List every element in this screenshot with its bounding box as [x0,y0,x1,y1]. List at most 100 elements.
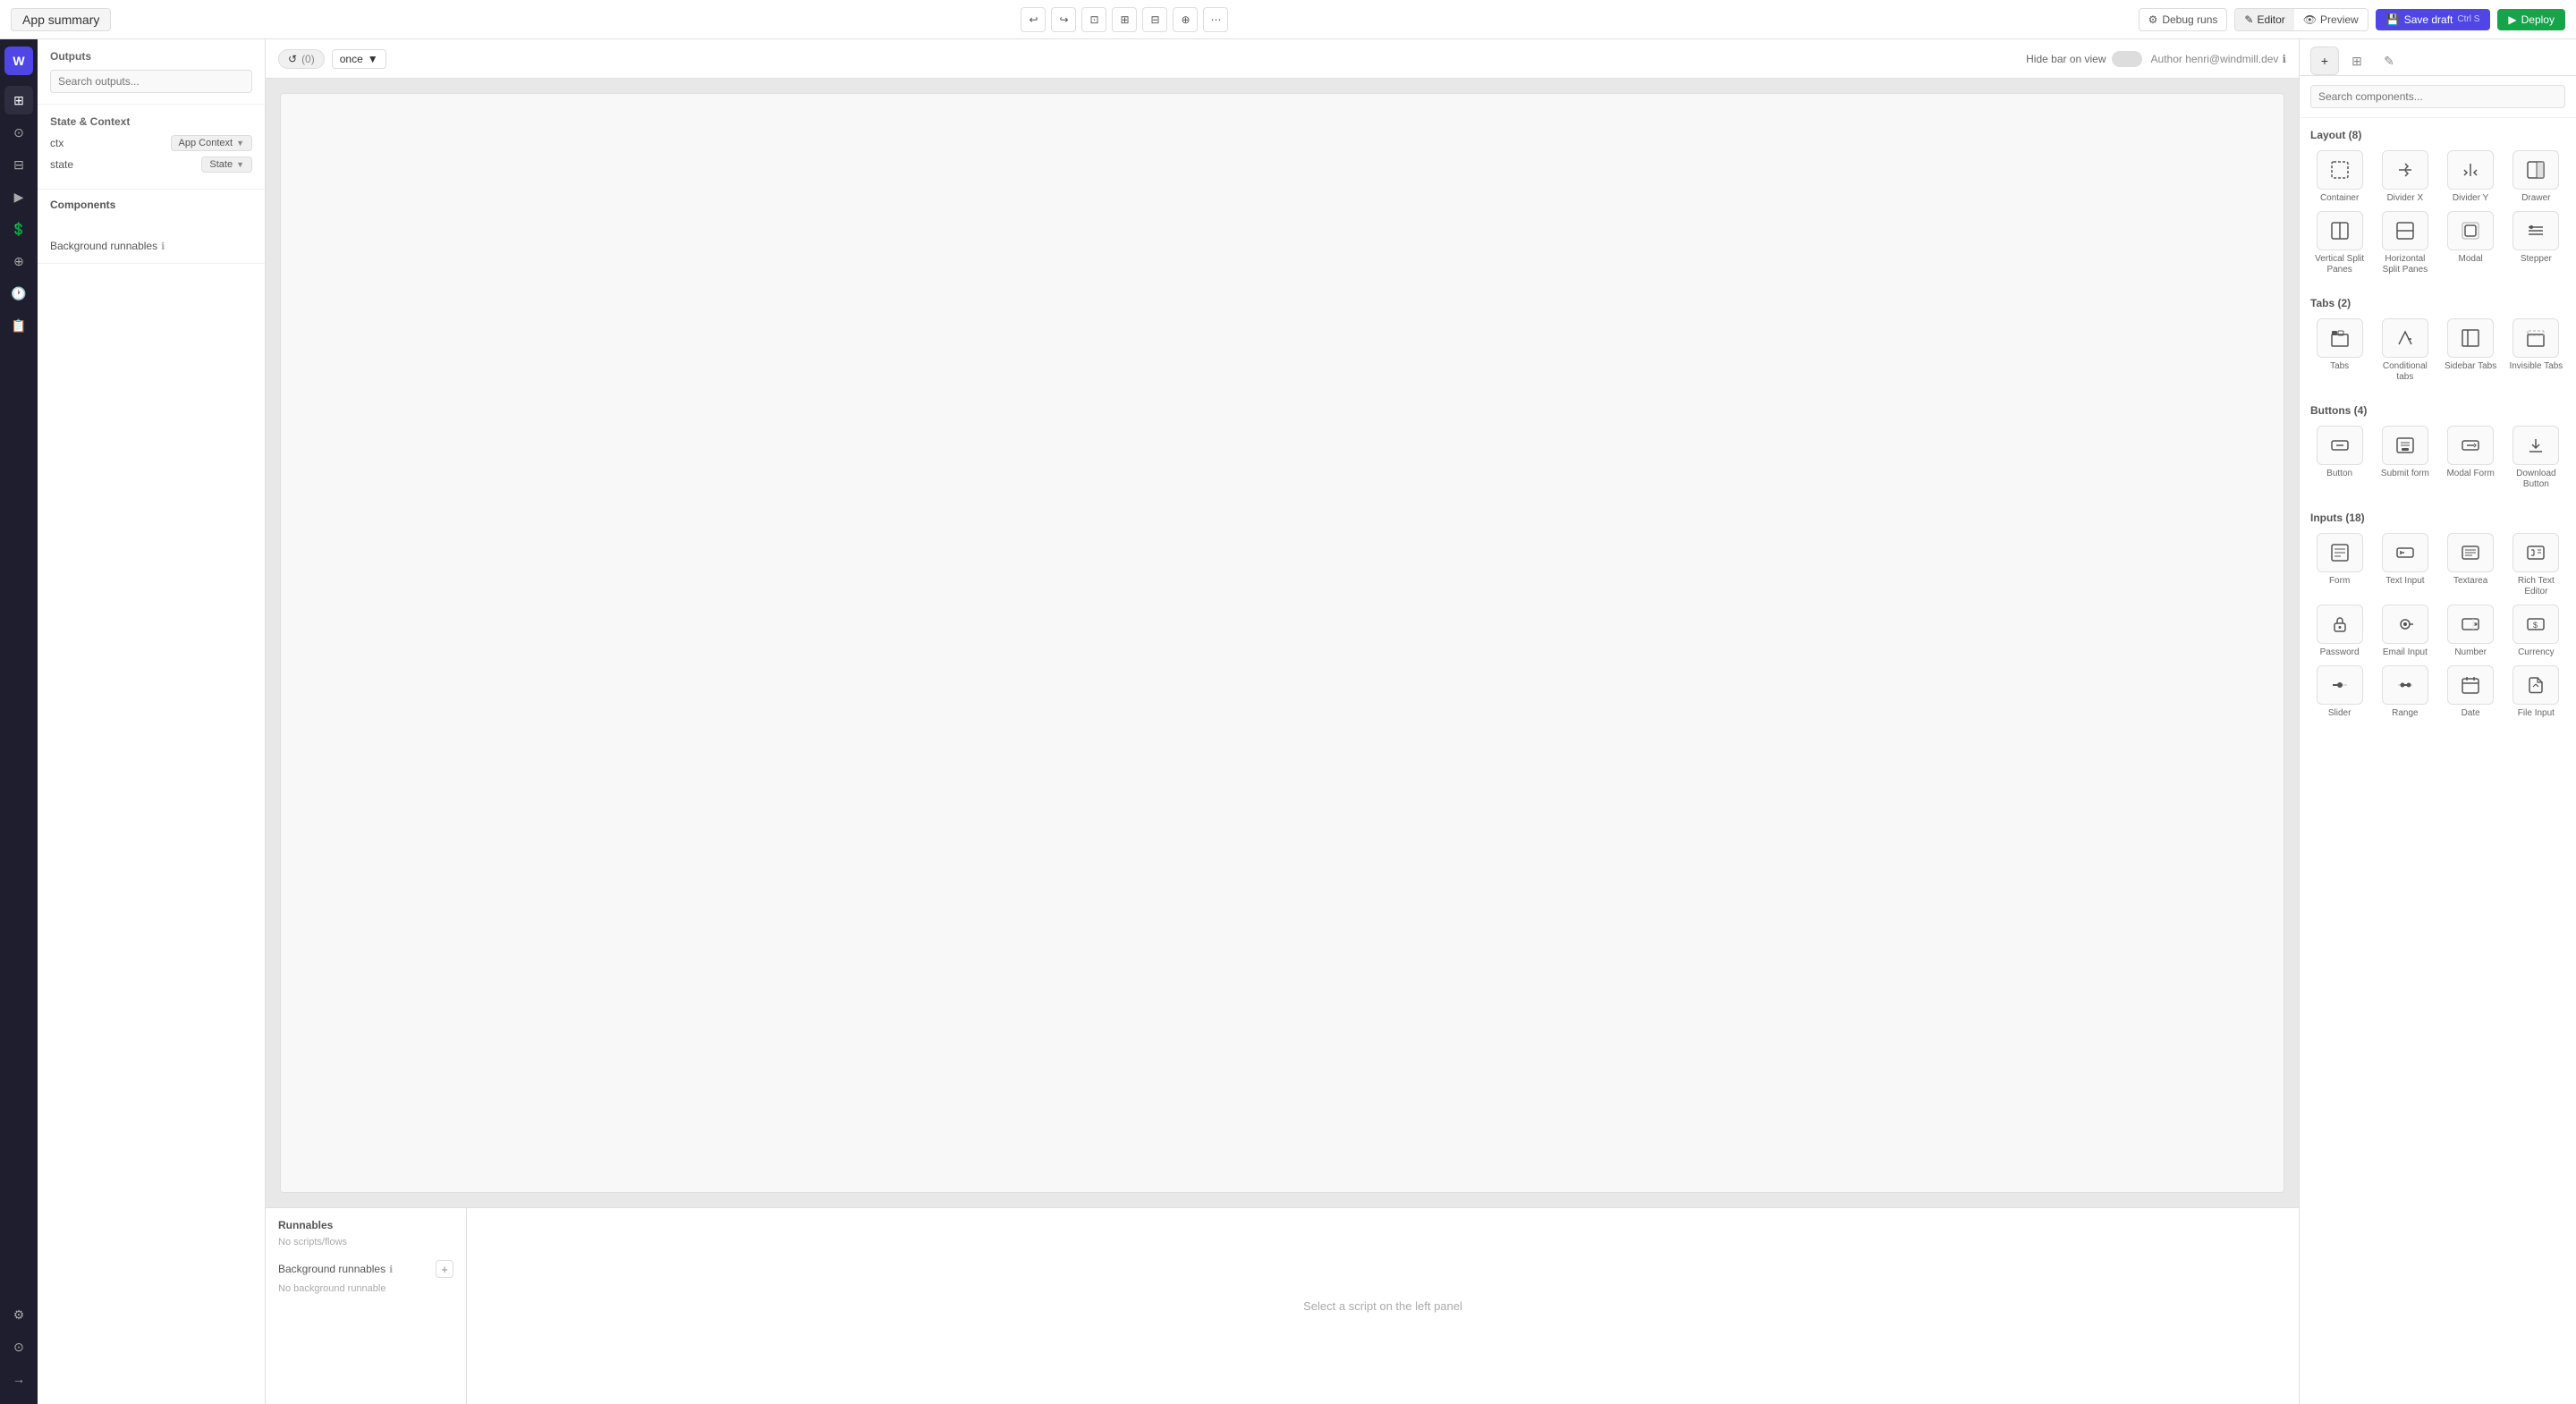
component-range[interactable]: Range [2376,665,2434,719]
tabs-section-title: Tabs (2) [2310,297,2565,309]
outputs-title: Outputs [50,50,252,63]
component-button[interactable]: Button [2310,426,2368,490]
component-horizontal-split[interactable]: Horizontal Split Panes [2376,211,2434,275]
component-invisible-tabs[interactable]: Invisible Tabs [2507,318,2565,383]
component-stepper[interactable]: Stepper [2507,211,2565,275]
component-modal-form[interactable]: Modal Form [2442,426,2500,490]
component-drawer[interactable]: Drawer [2507,150,2565,204]
run-frequency-select[interactable]: once ▼ [332,49,386,69]
modal-icon [2447,211,2494,250]
main-layout: W ⊞ ⊙ ⊟ ▶ 💲 ⊕ 🕐 📋 ⚙ ⊙ → Outputs State & … [0,39,2576,1404]
app-title[interactable]: App summary [11,8,111,31]
component-currency[interactable]: $ Currency [2507,605,2565,658]
tabs-label: Tabs [2330,361,2349,372]
hide-bar-toggle[interactable] [2112,51,2142,67]
component-divider-y[interactable]: Divider Y [2442,150,2500,204]
preview-button[interactable]: 👁 Preview [2294,9,2368,30]
container-label: Container [2320,193,2359,204]
author-info-icon: ℹ [2282,53,2286,65]
save-icon: 💾 [2386,13,2400,26]
nav-icon-apps[interactable]: ⊟ [4,150,33,179]
editor-button[interactable]: ✎ Editor [2235,9,2293,30]
deploy-button[interactable]: ▶ Deploy [2497,9,2565,30]
save-draft-button[interactable]: 💾 Save draft Ctrl S [2376,9,2491,30]
grid-button[interactable]: ⊕ [1173,7,1198,32]
search-outputs-input[interactable] [50,70,252,93]
nav-icon-variables[interactable]: ⊕ [4,247,33,275]
range-label: Range [2392,708,2418,719]
nav-icon-github[interactable]: ⊙ [4,1332,33,1361]
component-textarea[interactable]: Textarea [2442,533,2500,597]
nav-icon-audit[interactable]: 📋 [4,311,33,340]
state-badge[interactable]: State ▼ [201,156,252,173]
component-form[interactable]: Form [2310,533,2368,597]
author-info: Author henri@windmill.dev ℹ [2151,53,2286,65]
buttons-section: Buttons (4) Button Submit form [2300,393,2576,501]
component-modal[interactable]: Modal [2442,211,2500,275]
select-script-text: Select a script on the left panel [1303,1299,1462,1313]
component-rich-text[interactable]: Rich Text Editor [2507,533,2565,597]
nav-icon-expand[interactable]: → [4,1365,33,1393]
fit-button[interactable]: ⊡ [1081,7,1106,32]
stepper-label: Stepper [2521,254,2552,265]
currency-icon: $ [2512,605,2559,644]
horizontal-split-label: Horizontal Split Panes [2376,254,2434,275]
component-submit-form[interactable]: Submit form [2376,426,2434,490]
button-label: Button [2326,469,2352,479]
component-text-input[interactable]: Text Input [2376,533,2434,597]
file-input-label: File Input [2518,708,2555,719]
nav-icon-home[interactable]: ⊞ [4,86,33,114]
canvas-box[interactable] [280,93,2284,1193]
right-tab-style[interactable]: ✎ [2375,47,2403,75]
component-sidebar-tabs[interactable]: Sidebar Tabs [2442,318,2500,383]
bg-add-button[interactable]: + [436,1260,453,1278]
layout-section: Layout (8) Container Divider X [2300,118,2576,286]
nav-icon-flows[interactable]: ▶ [4,182,33,211]
rich-text-label: Rich Text Editor [2507,576,2565,597]
nav-icon-schedules[interactable]: 🕐 [4,279,33,308]
component-download-button[interactable]: Download Button [2507,426,2565,490]
layout-grid: Container Divider X Divider Y [2310,150,2565,275]
component-password[interactable]: Password [2310,605,2368,658]
bg-runnables-info-icon: ℹ [389,1264,393,1275]
range-icon [2382,665,2428,705]
runnables-panel: Runnables No scripts/flows Background ru… [266,1207,2299,1404]
email-input-label: Email Input [2383,647,2428,658]
more-button[interactable]: ⋯ [1203,7,1228,32]
component-date[interactable]: Date [2442,665,2500,719]
component-file-input[interactable]: File Input [2507,665,2565,719]
search-components-input[interactable] [2310,85,2565,108]
right-tab-components[interactable]: ⊞ [2343,47,2371,75]
component-number[interactable]: Number [2442,605,2500,658]
nav-icon-resources[interactable]: 💲 [4,215,33,243]
undo-button[interactable]: ↩ [1021,7,1046,32]
run-badge: ↺ (0) [278,49,325,69]
component-conditional-tabs[interactable]: Conditional tabs [2376,318,2434,383]
layout-button[interactable]: ⊟ [1142,7,1167,32]
bg-info-icon: ℹ [161,241,165,252]
hide-bar-label: Hide bar on view [2026,53,2106,65]
ctx-arrow: ▼ [236,139,244,148]
topbar: App summary ↩ ↪ ⊡ ⊞ ⊟ ⊕ ⋯ ⚙ Debug runs ✎… [0,0,2576,39]
right-tab-add[interactable]: + [2310,47,2339,75]
vertical-split-label: Vertical Split Panes [2310,254,2368,275]
component-slider[interactable]: Slider [2310,665,2368,719]
email-input-icon [2382,605,2428,644]
ctx-badge[interactable]: App Context ▼ [171,135,252,151]
component-divider-x[interactable]: Divider X [2376,150,2434,204]
debug-runs-button[interactable]: ⚙ Debug runs [2139,8,2228,31]
component-container[interactable]: Container [2310,150,2368,204]
nav-icon-search[interactable]: ⊙ [4,118,33,147]
bg-runnables-section: Background runnables ℹ [38,216,265,264]
conditional-tabs-icon [2382,318,2428,358]
canvas-area: ↺ (0) once ▼ Hide bar on view Author hen… [266,39,2299,1404]
expand-button[interactable]: ⊞ [1112,7,1137,32]
vertical-split-icon [2317,211,2363,250]
component-email-input[interactable]: Email Input [2376,605,2434,658]
component-tabs[interactable]: Tabs [2310,318,2368,383]
component-vertical-split[interactable]: Vertical Split Panes [2310,211,2368,275]
redo-button[interactable]: ↪ [1051,7,1076,32]
textarea-icon [2447,533,2494,572]
nav-icon-workers[interactable]: ⚙ [4,1300,33,1329]
state-value: State [209,159,233,170]
